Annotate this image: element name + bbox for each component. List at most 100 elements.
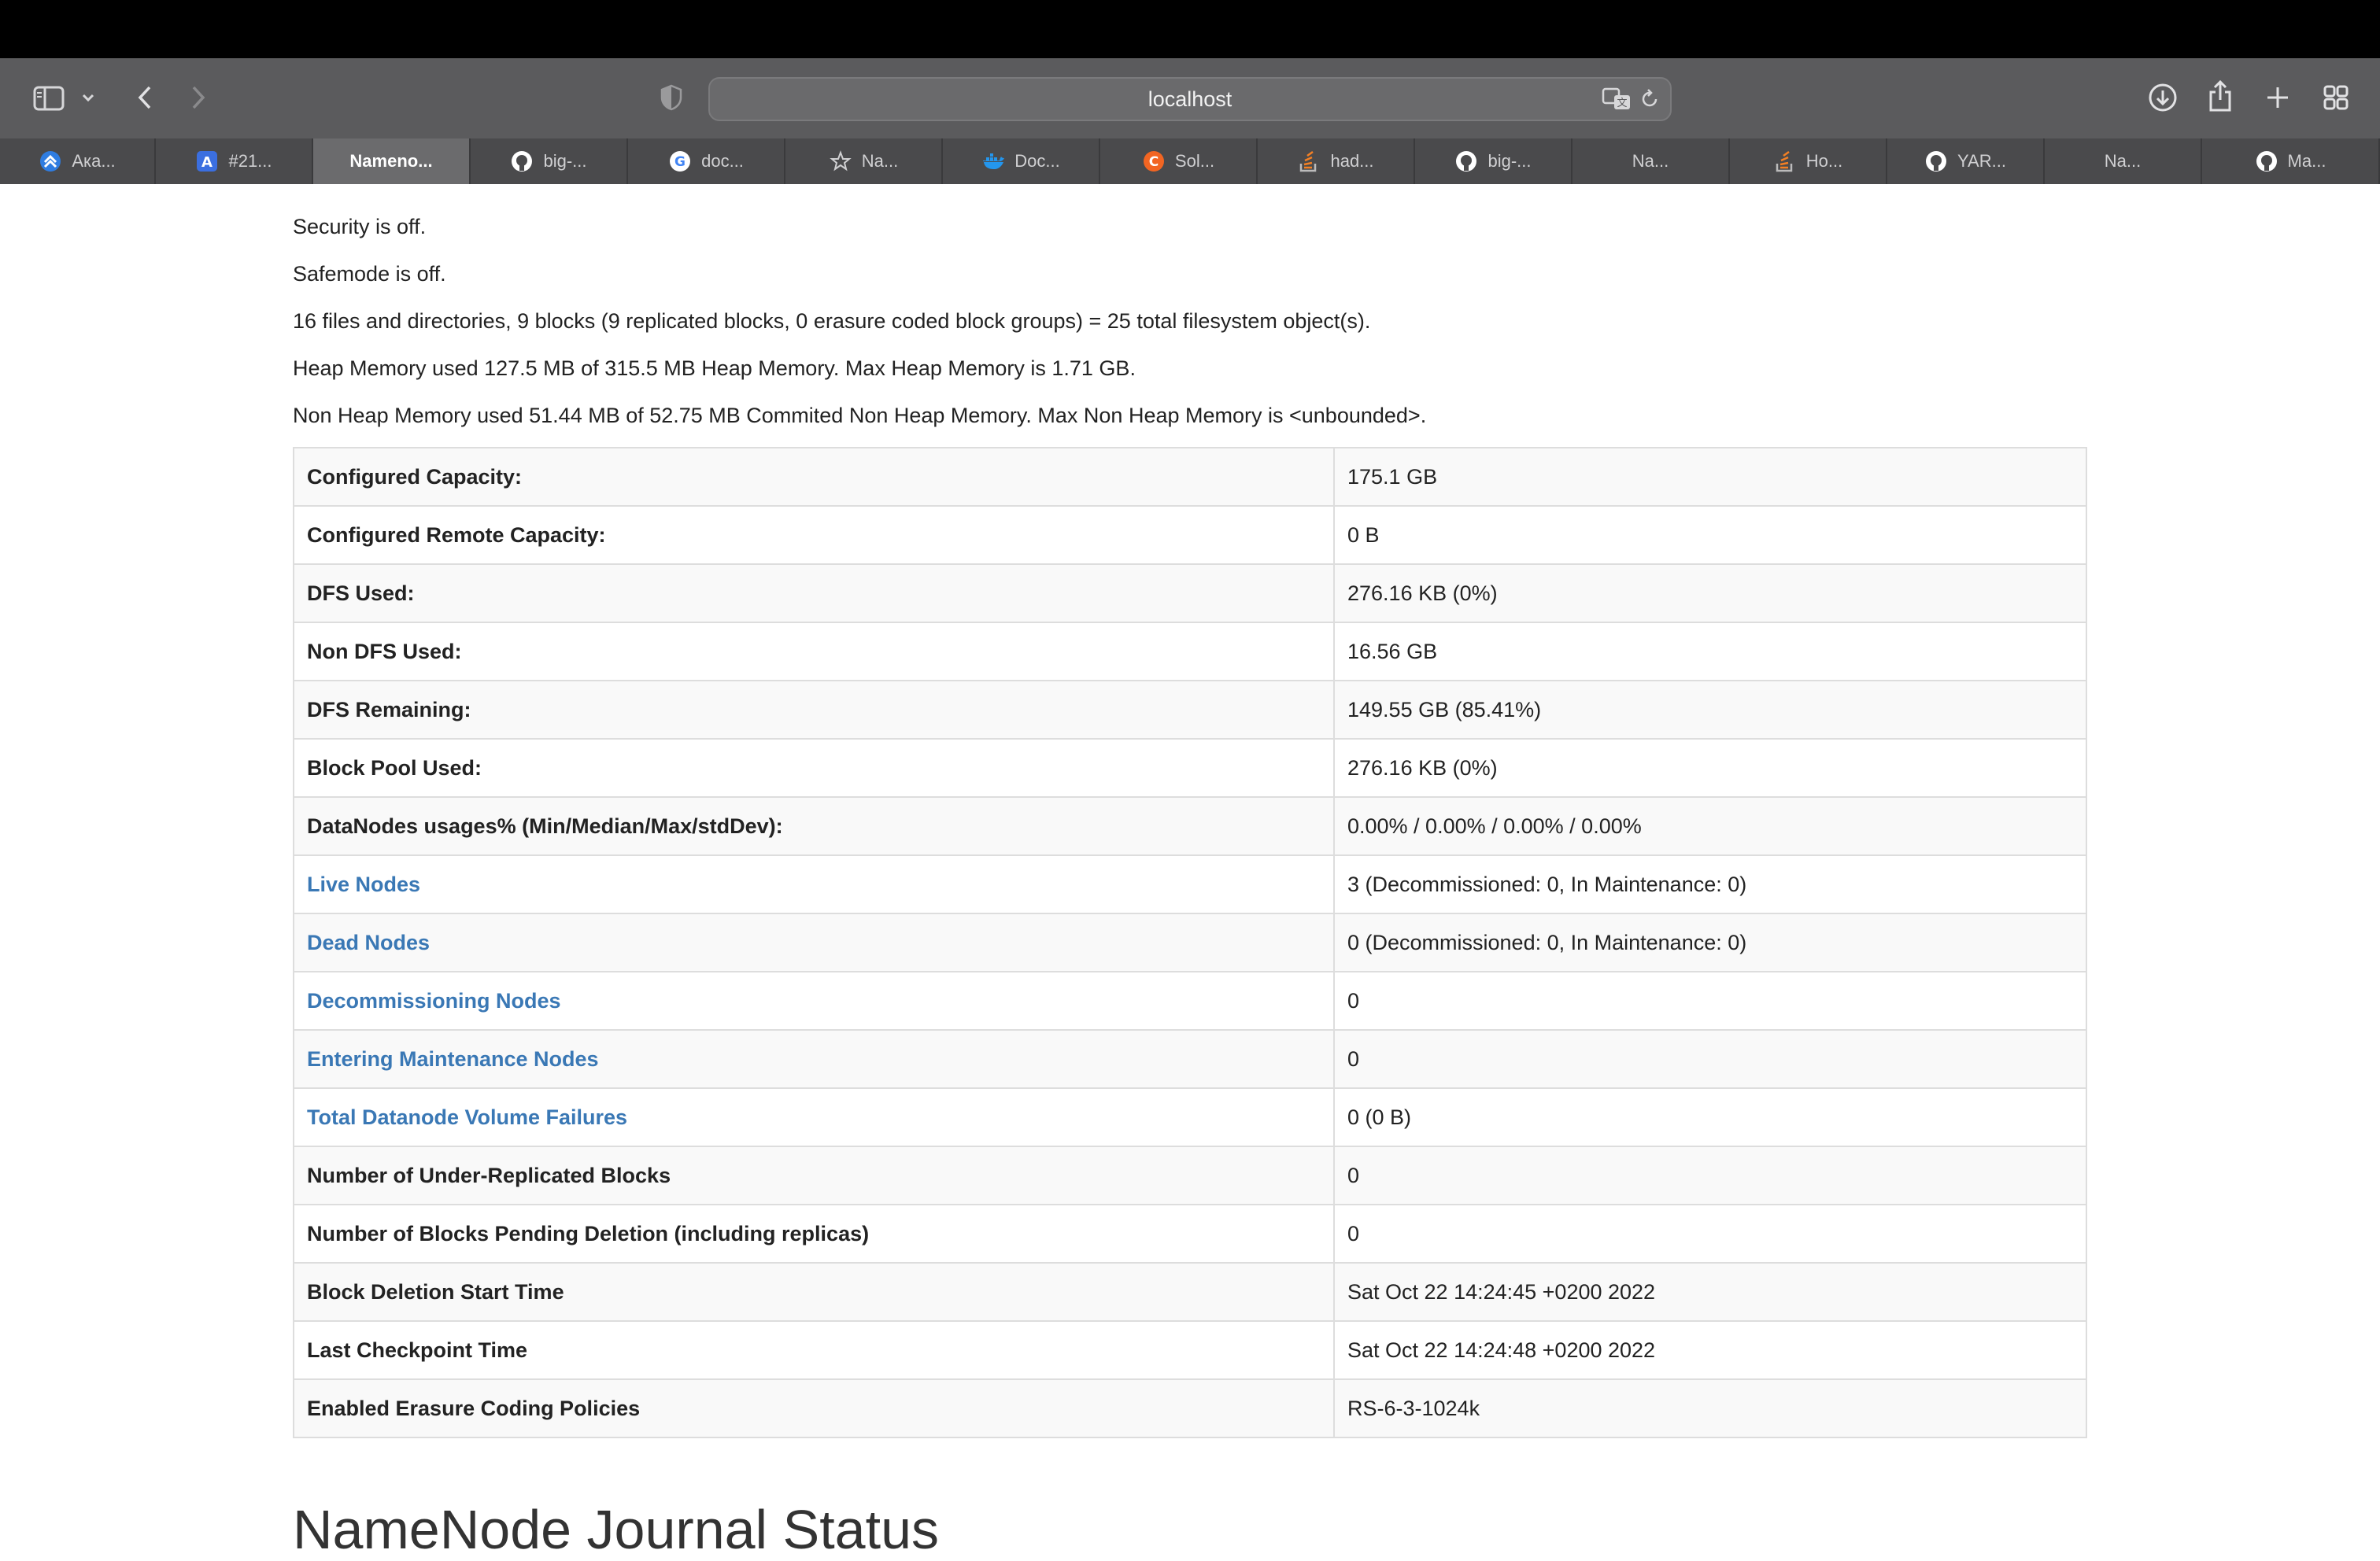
row-label-cell: Dead Nodes [293,913,1335,972]
table-row: Block Pool Used: 276.16 KB (0%) [293,738,2087,798]
browser-tab[interactable]: Ma... [2202,138,2380,184]
browser-tab[interactable]: A #21... [156,138,313,184]
row-label-cell: Block Pool Used: [293,738,1335,798]
table-row: DFS Used: 276.16 KB (0%) [293,563,2087,623]
system-menubar [0,0,2380,58]
summary-line: Heap Memory used 127.5 MB of 315.5 MB He… [293,356,1136,380]
summary-lines: Security is off. Safemode is off. 16 files… [293,203,2087,439]
row-label-cell: Total Datanode Volume Failures [293,1087,1335,1147]
table-row: Non DFS Used: 16.56 GB [293,622,2087,681]
reload-icon[interactable] [1635,85,1664,113]
table-row: Block Deletion Start Time Sat Oct 22 14:2… [293,1262,2087,1322]
browser-tab[interactable]: Aка... [0,138,156,184]
summary-line: 16 files and directories, 9 blocks (9 re… [293,309,1371,333]
row-value-cell: 0 [1333,1146,2087,1205]
tab-overview-icon[interactable] [2320,82,2352,113]
sidebar-icon[interactable] [30,82,68,115]
tab-label: Sol... [1174,151,1215,171]
table-row: DFS Remaining: 149.55 GB (85.41%) [293,680,2087,740]
new-tab-icon[interactable] [2262,82,2293,113]
tab-label: big-... [543,151,587,171]
table-row: DataNodes usages% (Min/Median/Max/stdDev… [293,796,2087,856]
back-arrow-icon[interactable] [131,82,159,113]
browser-tab[interactable]: had... [1258,138,1415,184]
browser-tab[interactable]: Gdoc... [628,138,785,184]
stackoverflow-icon [1773,149,1797,173]
row-value-cell: RS-6-3-1024k [1333,1378,2087,1438]
tab-label: Nameno... [349,151,433,171]
table-row: Entering Maintenance Nodes 0 [293,1029,2087,1089]
browser-tab[interactable]: Nameno... [313,138,471,184]
table-row: Number of Under-Replicated Blocks 0 [293,1146,2087,1205]
translate-icon[interactable]: 文 [1601,85,1632,113]
tab-label: Na... [1632,151,1669,171]
table-row: Last Checkpoint Time Sat Oct 22 14:24:48 … [293,1320,2087,1380]
row-label-cell: Decommissioning Nodes [293,971,1335,1031]
row-value-cell: 0 B [1333,505,2087,565]
browser-tab[interactable]: big-... [471,138,628,184]
github-icon [1454,149,1478,173]
privacy-shield-icon[interactable] [658,82,685,113]
summary-line: Non Heap Memory used 51.44 MB of 52.75 M… [293,404,1427,427]
forward-arrow-icon[interactable] [184,82,213,113]
tab-label: had... [1330,151,1374,171]
row-label-cell: DFS Remaining: [293,680,1335,740]
row-value-cell: 0 [1333,1029,2087,1089]
tab-label: Na... [861,151,899,171]
tab-label: YAR... [1957,151,2006,171]
row-value-cell: 0 [1333,1204,2087,1264]
browser-tab[interactable]: YAR... [1887,138,2045,184]
row-link[interactable]: Total Datanode Volume Failures [307,1105,627,1129]
share-icon[interactable] [2204,77,2237,115]
row-label-cell: Enabled Erasure Coding Policies [293,1378,1335,1438]
github-icon [510,149,534,173]
summary-line: Safemode is off. [293,262,446,286]
circle-c-icon: C [1142,149,1166,173]
journal-status-heading: NameNode Journal Status [293,1499,939,1560]
row-value-cell: 149.55 GB (85.41%) [1333,680,2087,740]
row-label-cell: Non DFS Used: [293,622,1335,681]
chevron-down-icon[interactable] [79,88,98,107]
row-label-cell: DFS Used: [293,563,1335,623]
address-bar[interactable]: localhost 文 [708,77,1672,121]
row-label-cell: Entering Maintenance Nodes [293,1029,1335,1089]
row-link[interactable]: Dead Nodes [307,931,430,954]
row-value-cell: 175.1 GB [1333,447,2087,507]
github-icon [1924,149,1948,173]
row-value-cell: 3 (Decommissioned: 0, In Maintenance: 0) [1333,854,2087,914]
download-icon[interactable] [2145,80,2180,115]
tab-label: Aка... [72,151,116,171]
browser-tab[interactable]: Na... [785,138,943,184]
row-value-cell: 0 (0 B) [1333,1087,2087,1147]
browser-tab[interactable]: Na... [1572,138,1730,184]
browser-tab[interactable]: Ho... [1730,138,1887,184]
main-content: Security is off. Safemode is off. 16 files… [293,184,2087,1560]
table-row: Live Nodes 3 (Decommissioned: 0, In Maint… [293,854,2087,914]
row-value-cell: 276.16 KB (0%) [1333,738,2087,798]
tab-label: doc... [701,151,744,171]
row-value-cell: Sat Oct 22 14:24:48 +0200 2022 [1333,1320,2087,1380]
browser-tab[interactable]: Doc... [943,138,1100,184]
chevron-up-icon [39,149,62,173]
browser-tab[interactable]: Na... [2045,138,2202,184]
tab-bar: Aка... A #21... Nameno... big-... Gdoc... Na..… [0,138,2380,184]
browser-tab[interactable]: C Sol... [1100,138,1258,184]
svg-text:文: 文 [1617,98,1627,109]
row-label-cell: Number of Blocks Pending Deletion (inclu… [293,1204,1335,1264]
github-icon [2255,149,2278,173]
row-label-cell: Block Deletion Start Time [293,1262,1335,1322]
row-value-cell: Sat Oct 22 14:24:45 +0200 2022 [1333,1262,2087,1322]
letter-a-icon: A [195,149,219,173]
row-link[interactable]: Decommissioning Nodes [307,989,561,1013]
summary-line: Security is off. [293,215,427,238]
docker-icon [981,149,1005,173]
address-text: localhost [1148,87,1232,111]
svg-text:C: C [1149,154,1159,170]
tab-label: Ma... [2287,151,2326,171]
table-row: Number of Blocks Pending Deletion (inclu… [293,1204,2087,1264]
tab-label: Doc... [1014,151,1060,171]
row-link[interactable]: Live Nodes [307,873,420,896]
browser-tab[interactable]: big-... [1415,138,1572,184]
row-link[interactable]: Entering Maintenance Nodes [307,1047,599,1071]
table-row: Decommissioning Nodes 0 [293,971,2087,1031]
